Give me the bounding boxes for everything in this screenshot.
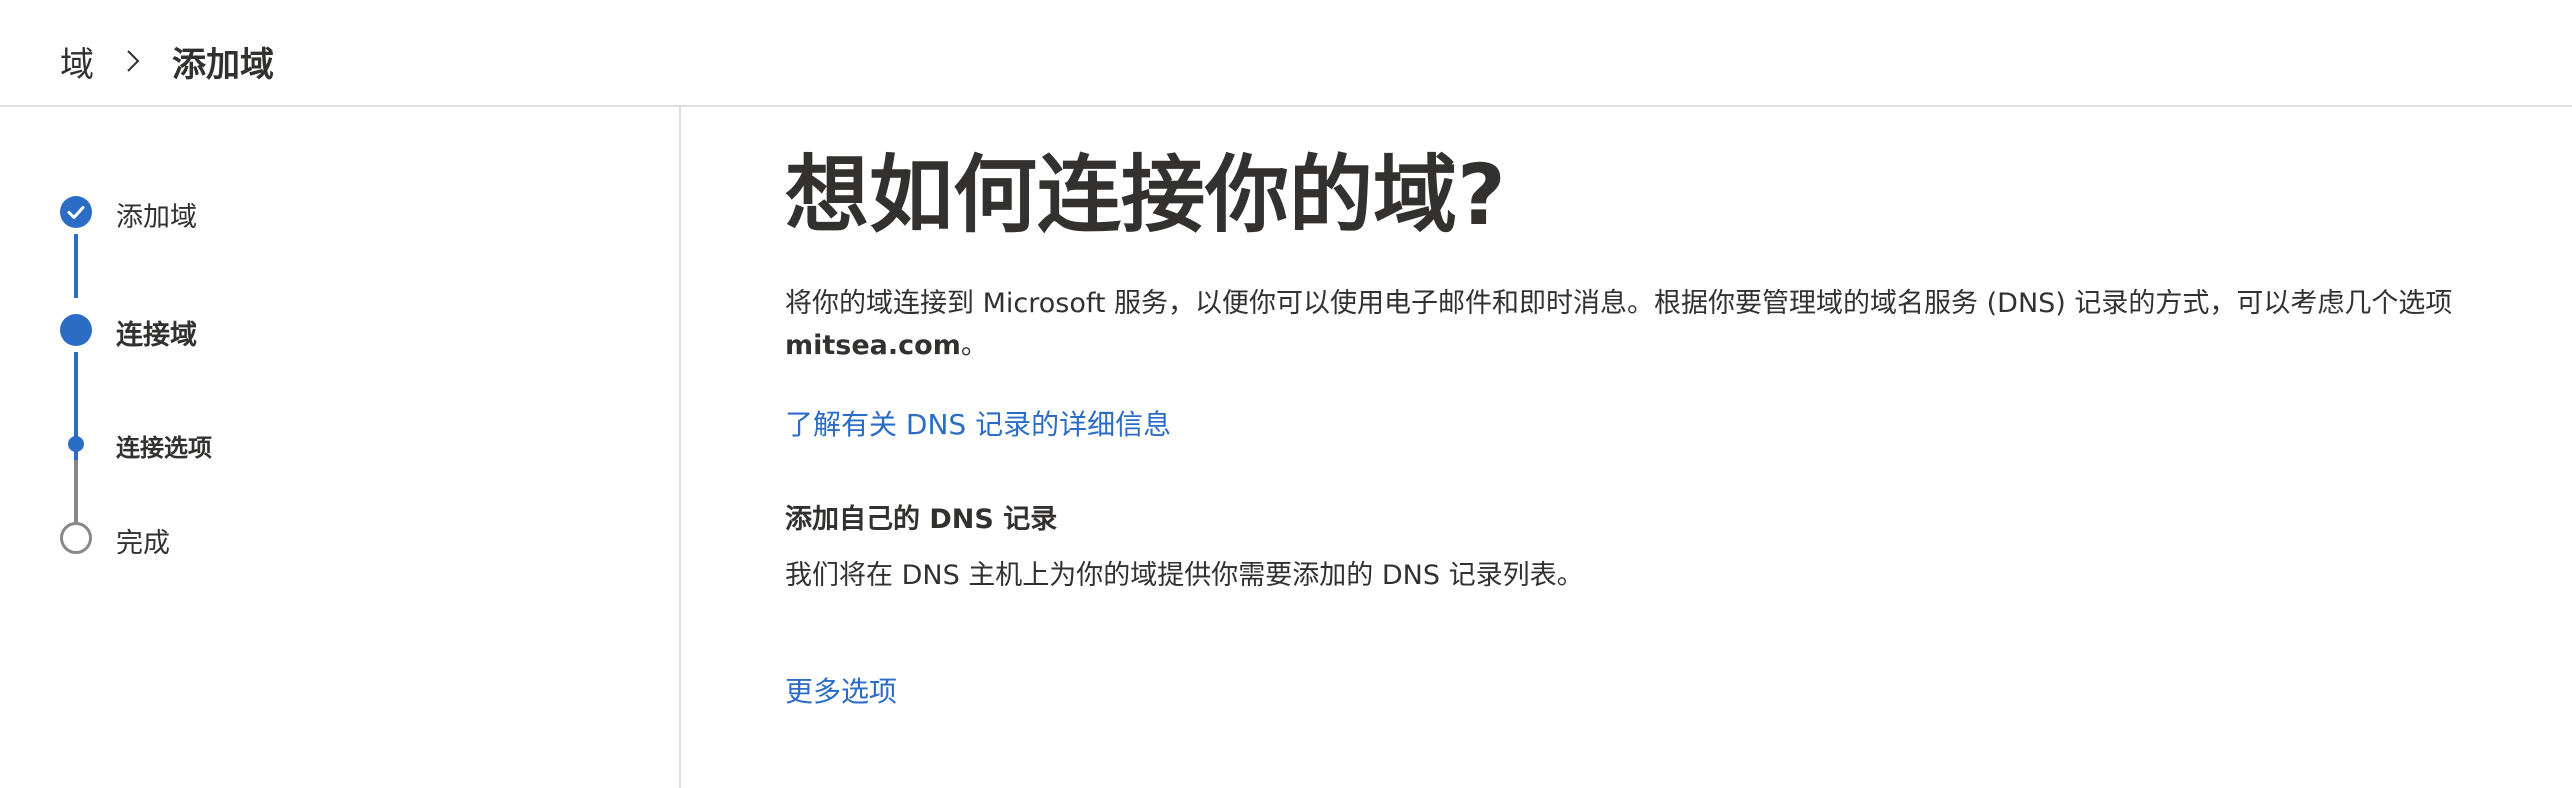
page-description: 将你的域连接到 Microsoft 服务，以便你可以使用电子邮件和即时消息。根据…	[785, 283, 2525, 367]
breadcrumb: 域 添加域	[60, 36, 274, 86]
step-completed-icon	[60, 196, 92, 228]
step-label: 连接域	[116, 320, 197, 351]
description-suffix: 。	[960, 330, 988, 361]
step-label: 完成	[116, 528, 170, 559]
step-connector-1	[74, 234, 78, 298]
checkmark-icon	[67, 206, 85, 219]
step-label: 连接选项	[116, 434, 212, 462]
page-header: 域 添加域	[0, 0, 2572, 107]
step-pending-icon	[60, 522, 92, 554]
description-text: 将你的域连接到 Microsoft 服务，以便你可以使用电子邮件和即时消息。根据…	[785, 288, 2453, 319]
domain-name: mitsea.com	[785, 330, 961, 361]
more-options-link[interactable]: 更多选项	[785, 670, 897, 710]
breadcrumb-current: 添加域	[172, 44, 274, 85]
step-label: 添加域	[116, 202, 197, 233]
chevron-right-icon	[127, 50, 140, 72]
wizard-stepper: 添加域 连接域 连接选项 完成	[0, 107, 681, 788]
option-title: 添加自己的 DNS 记录	[785, 504, 1058, 535]
substep-current-dot	[68, 436, 84, 452]
option-description: 我们将在 DNS 主机上为你的域提供你需要添加的 DNS 记录列表。	[785, 560, 1584, 591]
breadcrumb-domains-link[interactable]: 域	[60, 37, 94, 86]
step-current-icon	[60, 314, 92, 346]
step-connector-3	[74, 460, 78, 528]
page-title: 想如何连接你的域?	[785, 146, 1506, 244]
learn-more-dns-link[interactable]: 了解有关 DNS 记录的详细信息	[785, 403, 1171, 443]
